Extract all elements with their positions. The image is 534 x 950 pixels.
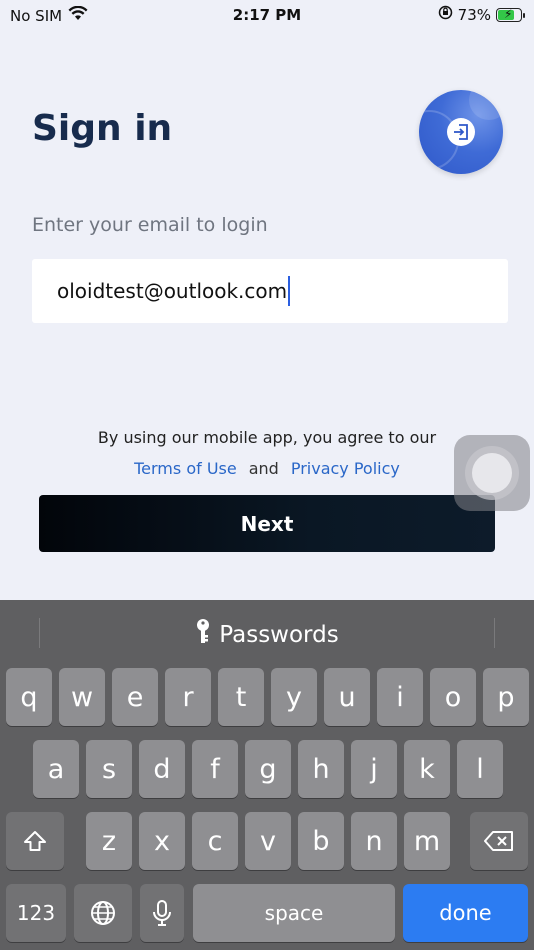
microphone-key[interactable]	[140, 884, 184, 942]
privacy-policy-link[interactable]: Privacy Policy	[291, 459, 400, 478]
shift-icon	[24, 831, 46, 851]
globe-icon	[91, 901, 115, 925]
numbers-key[interactable]: 123	[6, 884, 66, 942]
key-t[interactable]: t	[218, 668, 264, 726]
key-u[interactable]: u	[324, 668, 370, 726]
key-h[interactable]: h	[298, 740, 344, 798]
email-label: Enter your email to login	[32, 214, 268, 236]
key-b[interactable]: b	[298, 812, 344, 870]
key-icon	[195, 618, 211, 652]
globe-key[interactable]	[74, 884, 132, 942]
backspace-key[interactable]	[470, 812, 528, 870]
text-caret	[288, 276, 291, 306]
charging-bolt-icon: ⚡	[504, 6, 513, 21]
terms-of-use-link[interactable]: Terms of Use	[134, 459, 237, 478]
key-l[interactable]: l	[457, 740, 503, 798]
battery-icon: ⚡	[496, 6, 525, 22]
key-d[interactable]: d	[139, 740, 185, 798]
key-z[interactable]: z	[86, 812, 132, 870]
key-p[interactable]: p	[483, 668, 529, 726]
battery-percent: 73%	[457, 5, 491, 24]
key-v[interactable]: v	[245, 812, 291, 870]
key-x[interactable]: x	[139, 812, 185, 870]
key-q[interactable]: q	[6, 668, 52, 726]
next-button[interactable]: Next	[39, 495, 495, 552]
key-i[interactable]: i	[377, 668, 423, 726]
assistive-touch-button[interactable]	[454, 435, 530, 511]
key-m[interactable]: m	[404, 812, 450, 870]
key-f[interactable]: f	[192, 740, 238, 798]
key-n[interactable]: n	[351, 812, 397, 870]
key-a[interactable]: a	[33, 740, 79, 798]
passwords-autofill-button[interactable]: Passwords	[0, 618, 534, 652]
done-key[interactable]: done	[403, 884, 528, 942]
email-field[interactable]: oloidtest@outlook.com	[32, 259, 508, 323]
key-s[interactable]: s	[86, 740, 132, 798]
key-y[interactable]: y	[271, 668, 317, 726]
login-icon	[447, 118, 475, 146]
and-text: and	[248, 459, 279, 478]
key-e[interactable]: e	[112, 668, 158, 726]
key-c[interactable]: c	[192, 812, 238, 870]
status-right: 73% ⚡	[438, 5, 525, 24]
key-g[interactable]: g	[245, 740, 291, 798]
status-bar: No SIM 2:17 PM 73% ⚡	[0, 0, 534, 30]
page-title: Sign in	[32, 108, 173, 149]
login-badge	[419, 90, 503, 174]
keyboard-suggestion-bar: Passwords	[0, 600, 534, 664]
keyboard: Passwords q w e r t y u i o p a s d f g h j k l z x c v b n m 123 s…	[0, 600, 534, 950]
orientation-lock-icon	[438, 5, 453, 24]
email-value: oloidtest@outlook.com	[57, 279, 288, 303]
backspace-icon	[484, 831, 513, 851]
terms-agree-text: By using our mobile app, you agree to ou…	[97, 428, 437, 447]
microphone-icon	[153, 900, 171, 926]
key-j[interactable]: j	[351, 740, 397, 798]
key-o[interactable]: o	[430, 668, 476, 726]
key-k[interactable]: k	[404, 740, 450, 798]
shift-key[interactable]	[6, 812, 64, 870]
space-key[interactable]: space	[193, 884, 395, 942]
passwords-label: Passwords	[219, 622, 339, 648]
key-w[interactable]: w	[59, 668, 105, 726]
key-r[interactable]: r	[165, 668, 211, 726]
